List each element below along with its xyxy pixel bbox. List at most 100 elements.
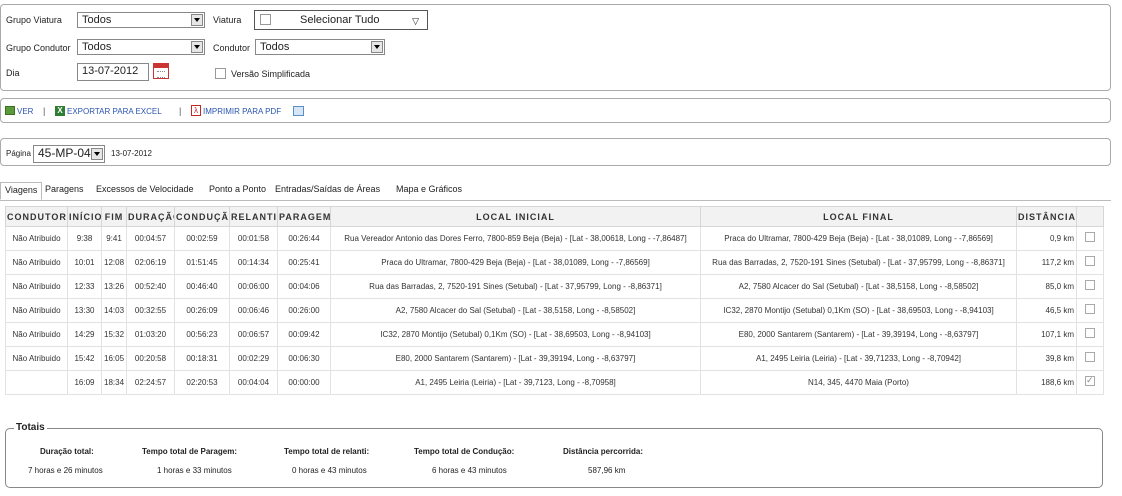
paragem-total-label: Tempo total de Paragem: bbox=[142, 447, 237, 456]
exportar-excel-button[interactable]: EXPORTAR PARA EXCEL bbox=[67, 107, 162, 116]
row-select-checkbox[interactable] bbox=[1085, 256, 1095, 266]
ver-button[interactable]: VER bbox=[17, 107, 33, 116]
col-paragem: PARAGEM bbox=[277, 206, 331, 227]
cell-relanti: 00:02:29 bbox=[229, 346, 278, 371]
grupo-condutor-label: Grupo Condutor bbox=[6, 43, 71, 53]
pagina-label: Página bbox=[6, 149, 31, 158]
tab-entradas-saidas[interactable]: Entradas/Saídas de Áreas bbox=[275, 184, 380, 194]
tab-mapa-graficos[interactable]: Mapa e Gráficos bbox=[396, 184, 462, 194]
row-select-checkbox[interactable] bbox=[1085, 280, 1095, 290]
cell-condutor: Não Atribuido bbox=[5, 250, 68, 275]
viatura-select[interactable]: Selecionar Tudo ▽ bbox=[254, 10, 428, 30]
col-conducao: CONDUÇÃO bbox=[174, 206, 230, 227]
table-row: Não Atribuido 13:30 14:03 00:32:55 00:26:09 0… bbox=[5, 298, 1104, 323]
cell-local-final: A1, 2495 Leiria (Leiria) - [Lat - 39,712… bbox=[700, 346, 1017, 371]
viatura-select-all-checkbox[interactable] bbox=[260, 14, 271, 25]
page-selector-panel: Página 45-MP-04 13-07-2012 bbox=[0, 138, 1111, 166]
col-condutor: CONDUTOR bbox=[5, 206, 68, 227]
cell-relanti: 00:04:04 bbox=[229, 370, 278, 395]
calendar-icon[interactable] bbox=[153, 63, 169, 79]
cell-distancia: 46,5 km bbox=[1016, 298, 1077, 323]
cell-relanti: 00:01:58 bbox=[229, 226, 278, 251]
col-distancia: DISTÂNCIA bbox=[1016, 206, 1077, 227]
duracao-total-label: Duração total: bbox=[40, 447, 94, 456]
cell-local-inicial: Rua Vereador Antonio das Dores Ferro, 78… bbox=[330, 226, 701, 251]
imprimir-pdf-button[interactable]: IMPRIMIR PARA PDF bbox=[203, 107, 281, 116]
cell-inicio: 14:29 bbox=[67, 322, 102, 347]
row-select-checkbox[interactable] bbox=[1085, 328, 1095, 338]
viatura-label: Viatura bbox=[213, 15, 242, 25]
excel-icon[interactable]: X bbox=[55, 106, 65, 116]
row-select-checkbox[interactable] bbox=[1085, 232, 1095, 242]
col-local-inicial: LOCAL INICIAL bbox=[330, 206, 701, 227]
grupo-viatura-select[interactable]: Todos bbox=[77, 12, 205, 28]
cell-inicio: 15:42 bbox=[67, 346, 102, 371]
cell-local-final: N14, 345, 4470 Maia (Porto) bbox=[700, 370, 1017, 395]
viatura-value: Selecionar Tudo bbox=[300, 14, 380, 26]
cell-local-inicial: Praca do Ultramar, 7800-429 Beja (Beja) … bbox=[330, 250, 701, 275]
cell-local-inicial: Rua das Barradas, 2, 7520-191 Sines (Set… bbox=[330, 274, 701, 299]
tab-viagens[interactable]: Viagens bbox=[0, 182, 43, 200]
dia-value: 13-07-2012 bbox=[82, 65, 139, 77]
pdf-icon[interactable]: λ bbox=[191, 105, 201, 116]
cell-condutor: Não Atribuido bbox=[5, 274, 68, 299]
col-fim: FIM bbox=[101, 206, 127, 227]
trips-table: CONDUTOR INÍCIO FIM DURAÇÃO CONDUÇÃO REL… bbox=[5, 206, 1104, 395]
distancia-total-label: Distância percorrida: bbox=[563, 447, 644, 456]
cell-select bbox=[1076, 226, 1104, 251]
cell-fim: 12:08 bbox=[101, 250, 127, 275]
col-duracao: DURAÇÃO bbox=[126, 206, 175, 227]
cell-condutor: Não Atribuido bbox=[5, 298, 68, 323]
table-header-row: CONDUTOR INÍCIO FIM DURAÇÃO CONDUÇÃO REL… bbox=[5, 206, 1104, 227]
pagina-value: 45-MP-04 bbox=[38, 146, 91, 160]
duracao-total-value: 7 horas e 26 minutos bbox=[28, 466, 103, 475]
cell-select bbox=[1076, 250, 1104, 275]
cell-duracao: 01:03:20 bbox=[126, 322, 175, 347]
cell-condutor: Não Atribuido bbox=[5, 346, 68, 371]
condutor-select[interactable]: Todos bbox=[255, 39, 385, 55]
cell-duracao: 02:06:19 bbox=[126, 250, 175, 275]
cell-fim: 9:41 bbox=[101, 226, 127, 251]
table-row: Não Atribuido 12:33 13:26 00:52:40 00:46:40 0… bbox=[5, 274, 1104, 299]
cell-paragem: 00:09:42 bbox=[277, 322, 331, 347]
relanti-total-value: 0 horas e 43 minutos bbox=[292, 466, 367, 475]
cell-distancia: 117,2 km bbox=[1016, 250, 1077, 275]
cell-local-final: A2, 7580 Alcacer do Sal (Setubal) - [Lat… bbox=[700, 274, 1017, 299]
chevron-down-icon bbox=[91, 148, 103, 160]
cell-conducao: 00:26:09 bbox=[174, 298, 230, 323]
versao-simplificada-checkbox[interactable] bbox=[215, 68, 226, 79]
cell-duracao: 02:24:57 bbox=[126, 370, 175, 395]
pagina-select[interactable]: 45-MP-04 bbox=[33, 145, 105, 163]
col-select bbox=[1076, 206, 1104, 227]
versao-simplificada-label: Versão Simplificada bbox=[231, 69, 311, 79]
paragem-total-value: 1 horas e 33 minutos bbox=[157, 466, 232, 475]
cell-local-inicial: A2, 7580 Alcacer do Sal (Setubal) - [Lat… bbox=[330, 298, 701, 323]
cell-duracao: 00:04:57 bbox=[126, 226, 175, 251]
tab-excessos-velocidade[interactable]: Excessos de Velocidade bbox=[96, 184, 194, 194]
dia-input[interactable]: 13-07-2012 bbox=[77, 63, 149, 81]
export-toolbar: VER | X EXPORTAR PARA EXCEL | λ IMPRIMIR… bbox=[0, 98, 1111, 123]
filter-panel: Grupo Viatura Todos Viatura Selecionar T… bbox=[0, 4, 1111, 91]
cell-fim: 15:32 bbox=[101, 322, 127, 347]
tab-paragens[interactable]: Paragens bbox=[45, 184, 84, 194]
grupo-condutor-select[interactable]: Todos bbox=[77, 39, 205, 55]
cell-select bbox=[1076, 274, 1104, 299]
chevron-down-icon bbox=[191, 41, 203, 53]
row-select-checkbox[interactable] bbox=[1085, 375, 1095, 386]
image-icon[interactable] bbox=[293, 106, 304, 116]
cell-select bbox=[1076, 298, 1104, 323]
cell-fim: 18:34 bbox=[101, 370, 127, 395]
view-icon[interactable] bbox=[5, 106, 15, 115]
caret-down-icon: ▽ bbox=[412, 16, 419, 26]
cell-fim: 14:03 bbox=[101, 298, 127, 323]
cell-conducao: 02:20:53 bbox=[174, 370, 230, 395]
row-select-checkbox[interactable] bbox=[1085, 352, 1095, 362]
grupo-condutor-value: Todos bbox=[82, 41, 112, 53]
grupo-viatura-label: Grupo Viatura bbox=[6, 15, 62, 25]
cell-conducao: 01:51:45 bbox=[174, 250, 230, 275]
cell-select bbox=[1076, 322, 1104, 347]
tab-ponto-a-ponto[interactable]: Ponto a Ponto bbox=[209, 184, 266, 194]
row-select-checkbox[interactable] bbox=[1085, 304, 1095, 314]
cell-duracao: 00:20:58 bbox=[126, 346, 175, 371]
cell-inicio: 10:01 bbox=[67, 250, 102, 275]
